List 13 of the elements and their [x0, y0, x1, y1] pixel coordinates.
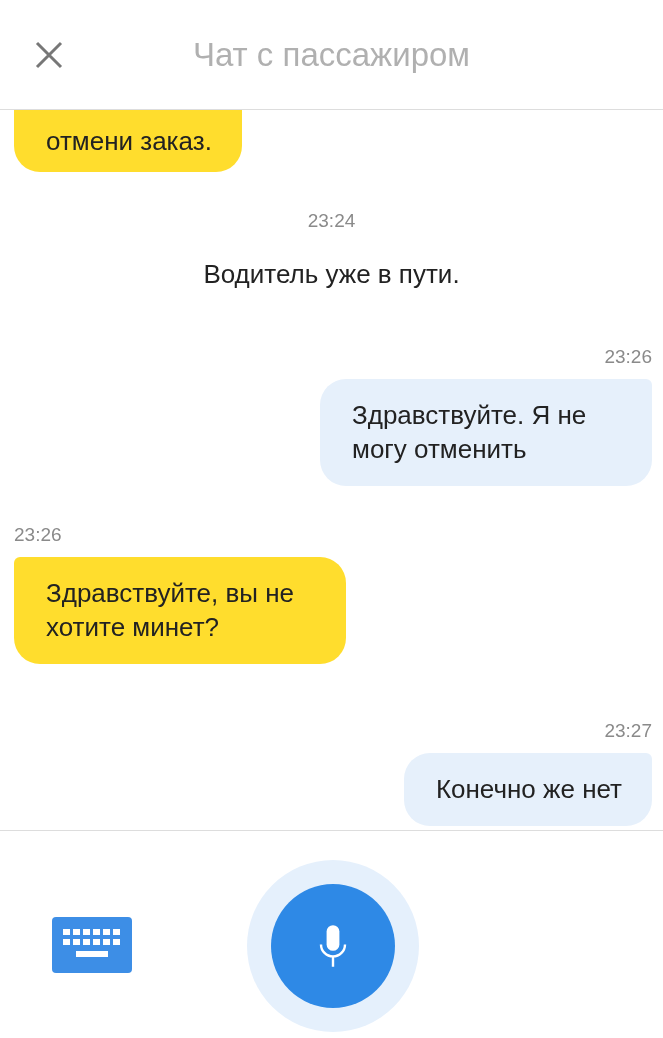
- microphone-icon: [317, 923, 349, 969]
- message-time: 23:27: [603, 720, 653, 742]
- close-icon[interactable]: [35, 40, 63, 69]
- message-time: 23:26: [603, 346, 653, 368]
- incoming-message: Здравствуйте, вы не хотите минет?: [14, 557, 346, 664]
- keyboard-icon[interactable]: [52, 916, 132, 973]
- message-time: 23:24: [306, 210, 357, 232]
- message-time: 23:26: [13, 524, 63, 546]
- outgoing-message: Здравствуйте. Я не могу отменить: [320, 379, 652, 486]
- system-message: Водитель уже в пути.: [202, 259, 461, 290]
- chat-title: Чат с пассажиром: [192, 35, 471, 74]
- outgoing-message: Конечно же нет: [403, 753, 652, 826]
- incoming-message: отмени заказ.: [14, 110, 242, 172]
